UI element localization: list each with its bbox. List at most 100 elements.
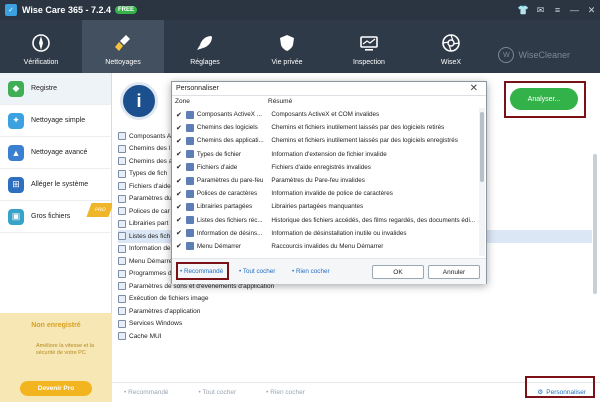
menu-icon[interactable]: ≡ bbox=[549, 0, 566, 20]
nav-verification[interactable]: Vérification bbox=[0, 20, 82, 73]
checkbox-checked-icon[interactable]: ✔ bbox=[176, 111, 185, 119]
row-desc: Raccourcis invalides du Menu Démarrer bbox=[271, 242, 384, 250]
row-name: Information de désins... bbox=[196, 229, 263, 237]
checkbox-checked-icon[interactable]: ✔ bbox=[176, 163, 185, 171]
row-name: Fichiers d'aide bbox=[196, 163, 238, 171]
sidebar-item-label: Registre bbox=[31, 85, 58, 92]
list-item[interactable]: Paramètres d'application bbox=[118, 305, 592, 318]
uncheck-all-link[interactable]: • Rien cocher bbox=[266, 389, 305, 396]
item-icon bbox=[185, 136, 194, 145]
nav-reglages[interactable]: Réglages bbox=[164, 20, 246, 73]
item-icon bbox=[118, 194, 126, 203]
row-name: Paramètres du pare-feu bbox=[196, 177, 264, 185]
dialog-row[interactable]: ✔ Polices de caractères Information invali… bbox=[172, 187, 480, 200]
checkbox-checked-icon[interactable]: ✔ bbox=[176, 124, 185, 132]
main-scrollbar[interactable] bbox=[592, 134, 598, 374]
checkbox-checked-icon[interactable]: ✔ bbox=[176, 216, 185, 224]
close-icon[interactable]: ✕ bbox=[583, 0, 600, 20]
item-icon bbox=[185, 123, 194, 132]
main-nav: Vérification Nettoyages Réglages Vie pri… bbox=[0, 20, 600, 73]
checkbox-checked-icon[interactable]: ✔ bbox=[176, 242, 185, 250]
dialog-row[interactable]: ✔ Chemins des logiciels Chemins et fichier… bbox=[172, 121, 480, 134]
recommended-link[interactable]: • Recommandé bbox=[124, 389, 169, 396]
dialog-scrollbar[interactable] bbox=[479, 108, 485, 256]
row-name: Chemins des logiciels bbox=[196, 124, 258, 132]
checkbox-checked-icon[interactable]: ✔ bbox=[176, 203, 185, 211]
info-icon: i bbox=[120, 82, 158, 120]
pro-ribbon: PRO bbox=[86, 203, 114, 217]
skin-icon[interactable]: 👕 bbox=[515, 0, 532, 20]
item-icon bbox=[118, 157, 126, 166]
dialog-rows: ✔ Composants ActiveX ... Composants Active… bbox=[172, 108, 480, 256]
item-icon bbox=[118, 269, 126, 278]
sidebar-item-registre[interactable]: ◆ Registre bbox=[0, 73, 111, 105]
brand-label: WiseCleaner bbox=[518, 50, 570, 60]
dialog-row[interactable]: ✔ Librairies partagées Librairies partagée… bbox=[172, 200, 480, 213]
column-summary: Résumé bbox=[268, 98, 293, 105]
dialog-title: Personnaliser bbox=[176, 85, 219, 92]
checkbox-checked-icon[interactable]: ✔ bbox=[176, 150, 185, 158]
dialog-row[interactable]: ✔ Paramètres du pare-feu Paramètres du Par… bbox=[172, 174, 480, 187]
dialog-column-header: Zone Résumé bbox=[172, 96, 486, 107]
promo-title: Non enregistré bbox=[31, 322, 81, 329]
compass-icon bbox=[32, 34, 50, 52]
dialog-uncheck-all-link[interactable]: • Rien cocher bbox=[292, 268, 330, 275]
scrollbar-thumb[interactable] bbox=[593, 154, 597, 294]
item-icon bbox=[118, 319, 126, 328]
dialog-close-icon[interactable]: ✕ bbox=[470, 83, 478, 94]
dialog-row[interactable]: ✔ Menu Démarrer Raccourcis invalides du Me… bbox=[172, 240, 480, 253]
list-item-label: Types de fich bbox=[129, 170, 168, 178]
dialog-row[interactable]: ✔ Types de fichier Information d'extension… bbox=[172, 148, 480, 161]
row-desc: Information d'extension de fichier inval… bbox=[271, 150, 387, 158]
nav-inspection[interactable]: Inspection bbox=[328, 20, 410, 73]
item-icon bbox=[185, 242, 194, 251]
nav-wisex[interactable]: WiseX bbox=[410, 20, 492, 73]
dialog-row[interactable]: ✔ Chemins des applicati... Chemins et fich… bbox=[172, 134, 480, 147]
checkbox-checked-icon[interactable]: ✔ bbox=[176, 229, 185, 237]
list-item[interactable]: Services Windows bbox=[118, 318, 592, 331]
cancel-button[interactable]: Annuler bbox=[428, 265, 480, 279]
nav-vie-privee[interactable]: Vie privée bbox=[246, 20, 328, 73]
highlight-analyze bbox=[504, 81, 586, 118]
app-title: Wise Care 365 - 7.2.4 bbox=[22, 5, 111, 15]
minimize-icon[interactable]: — bbox=[566, 0, 583, 20]
sidebar-item-nettoyage-avance[interactable]: ▲ Nettoyage avancé bbox=[0, 137, 111, 169]
dialog-row[interactable]: ✔ Composants ActiveX ... Composants Active… bbox=[172, 108, 480, 121]
checkbox-checked-icon[interactable]: ✔ bbox=[176, 137, 185, 145]
nav-nettoyages[interactable]: Nettoyages bbox=[82, 20, 164, 73]
sidebar-item-gros-fichiers[interactable]: ▣ Gros fichiers PRO bbox=[0, 201, 114, 233]
check-all-link[interactable]: • Tout cocher bbox=[199, 389, 237, 396]
list-item-label: Paramètres d'application bbox=[129, 307, 201, 315]
nav-label: Nettoyages bbox=[105, 59, 141, 66]
checkbox-checked-icon[interactable]: ✔ bbox=[176, 190, 185, 198]
highlight-customize bbox=[525, 376, 595, 398]
mail-icon[interactable]: ✉ bbox=[532, 0, 549, 20]
list-item-label: Menu Démarrer bbox=[129, 257, 175, 265]
list-item-label: Exécution de fichiers image bbox=[129, 295, 209, 303]
item-icon bbox=[185, 176, 194, 185]
dialog-row[interactable]: ✔ Listes des fichiers réc... Historique de… bbox=[172, 214, 480, 227]
promo-description: Améliore la vitesse et la sécurité de vo… bbox=[36, 343, 95, 356]
dialog-row[interactable]: ✔ Information de désins... Information de … bbox=[172, 227, 480, 240]
list-item-label: Fichiers d'aide bbox=[129, 182, 171, 190]
row-desc: Composants ActiveX et COM invalides bbox=[271, 111, 380, 119]
ok-button[interactable]: OK bbox=[372, 265, 424, 279]
item-icon bbox=[185, 229, 194, 238]
dialog-check-all-link[interactable]: • Tout cocher bbox=[239, 268, 275, 275]
checkbox-checked-icon[interactable]: ✔ bbox=[176, 177, 185, 185]
list-item[interactable]: Exécution de fichiers image bbox=[118, 293, 592, 306]
sidebar-item-label: Nettoyage simple bbox=[31, 117, 86, 124]
row-desc: Information de désinstallation inutile o… bbox=[271, 229, 407, 237]
list-item-label: Polices de car bbox=[129, 207, 170, 215]
scrollbar-thumb[interactable] bbox=[480, 112, 484, 182]
dialog-row[interactable]: ✔ Fichiers d'aide Fichiers d'aide enregist… bbox=[172, 161, 480, 174]
broom-icon: ✦ bbox=[8, 112, 24, 129]
customize-dialog: Personnaliser ✕ Zone Résumé ✔ Composants … bbox=[171, 81, 487, 284]
sidebar-item-alleger[interactable]: ⊞ Alléger le système bbox=[0, 169, 111, 201]
go-pro-button[interactable]: Devenir Pro bbox=[20, 381, 92, 396]
list-item-label: Chemins des l bbox=[129, 145, 171, 153]
sidebar: ◆ Registre ✦ Nettoyage simple ▲ Nettoyag… bbox=[0, 73, 114, 402]
wisecleaner-brand: W WiseCleaner bbox=[498, 47, 570, 63]
list-item[interactable]: Cache MUI bbox=[118, 330, 592, 343]
sidebar-item-nettoyage-simple[interactable]: ✦ Nettoyage simple bbox=[0, 105, 111, 137]
